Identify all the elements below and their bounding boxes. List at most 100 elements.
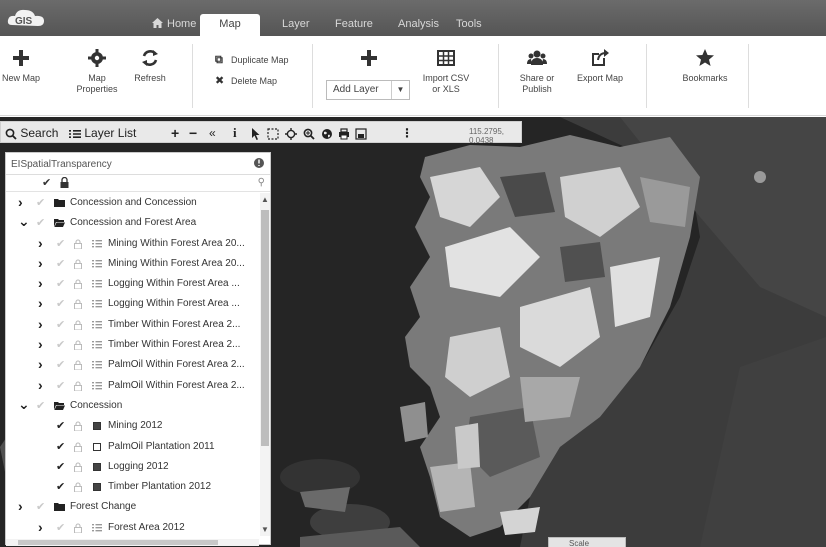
visibility-checkbox[interactable]: ✔ — [56, 338, 65, 351]
search-button[interactable]: Search — [5, 124, 58, 142]
refresh-button[interactable]: Refresh — [130, 48, 170, 84]
tab-analysis[interactable]: Analysis — [386, 14, 451, 36]
chevron-right-icon[interactable]: › — [38, 336, 48, 352]
lock-icon[interactable] — [74, 421, 82, 432]
horizontal-scrollbar[interactable] — [6, 539, 259, 546]
zoom-out-icon[interactable]: − — [189, 124, 197, 142]
layer-row[interactable]: › ✔ Logging Within Forest Area ... — [6, 294, 259, 314]
layer-row[interactable]: › ✔ Mining Within Forest Area 20... — [6, 254, 259, 274]
visibility-checkbox[interactable]: ✔ — [36, 216, 45, 229]
add-layer-icon-button[interactable] — [352, 48, 386, 73]
layer-row[interactable]: › ✔ Forest Area 2012 — [6, 518, 259, 538]
chevron-right-icon[interactable]: › — [38, 255, 48, 271]
chevron-right-icon[interactable]: › — [38, 295, 48, 311]
layer-row[interactable]: ⌄ ✔ Concession — [6, 396, 259, 416]
chevron-down-icon[interactable]: ⌄ — [18, 396, 30, 413]
lock-icon[interactable] — [74, 299, 82, 310]
lock-icon[interactable] — [74, 340, 82, 351]
layer-row[interactable]: ⌄ ✔ Concession and Forest Area — [6, 213, 259, 233]
duplicate-map-button[interactable]: ⧉ Duplicate Map — [215, 54, 289, 67]
pointer-icon[interactable] — [251, 124, 261, 142]
save-icon[interactable] — [355, 124, 367, 142]
globe-icon[interactable] — [321, 124, 333, 142]
visibility-checkbox[interactable]: ✔ — [36, 399, 45, 412]
visibility-checkbox[interactable]: ✔ — [56, 257, 65, 270]
scroll-up-icon[interactable]: ▲ — [260, 195, 270, 204]
scroll-down-icon[interactable]: ▼ — [260, 525, 270, 534]
lock-icon[interactable] — [74, 523, 82, 533]
lock-icon[interactable] — [74, 259, 82, 269]
visibility-checkbox[interactable]: ✔ — [56, 419, 65, 432]
visibility-checkbox[interactable]: ✔ — [56, 318, 65, 331]
layer-row[interactable]: › ✔ Timber Within Forest Area 2... — [6, 315, 259, 335]
pan-icon[interactable] — [285, 124, 297, 142]
layer-row[interactable]: › ✔ Timber Within Forest Area 2... — [6, 335, 259, 355]
gis-logo-icon[interactable]: GIS — [6, 6, 48, 30]
layer-row[interactable]: ✔ PalmOil Plantation 2011 — [6, 437, 259, 457]
layer-row[interactable]: › ✔ PalmOil Within Forest Area 2... — [6, 376, 259, 396]
visibility-checkbox[interactable]: ✔ — [56, 480, 65, 493]
lock-icon[interactable] — [74, 239, 82, 249]
new-map-button[interactable]: New Map — [2, 48, 40, 84]
chevron-right-icon[interactable]: › — [38, 356, 48, 372]
chevron-right-icon[interactable]: › — [18, 194, 28, 210]
import-csv-button[interactable]: Import CSV or XLS — [418, 48, 474, 95]
layer-list-button[interactable]: Layer List — [69, 124, 136, 142]
chevron-right-icon[interactable]: › — [38, 275, 48, 291]
layer-row[interactable]: › ✔ Mining Within Forest Area 20... — [6, 234, 259, 254]
lock-icon[interactable] — [74, 381, 82, 391]
lock-icon[interactable] — [74, 482, 82, 493]
tab-feature[interactable]: Feature — [323, 14, 385, 36]
select-box-icon[interactable] — [267, 124, 279, 142]
visibility-checkbox[interactable]: ✔ — [56, 379, 65, 392]
layer-row[interactable]: ✔ Logging 2012 — [6, 457, 259, 477]
chevron-right-icon[interactable]: › — [38, 519, 48, 535]
lock-icon[interactable] — [74, 462, 82, 472]
scale-widget[interactable]: Scale — [548, 537, 626, 547]
visibility-checkbox[interactable]: ✔ — [56, 277, 65, 290]
layer-row[interactable]: › ✔ Logging Within Forest Area ... — [6, 274, 259, 294]
export-map-button[interactable]: Export Map — [574, 48, 626, 84]
lock-icon[interactable] — [74, 360, 82, 371]
layer-row[interactable]: › ✔ PalmOil Within Forest Area 2... — [6, 355, 259, 375]
bookmarks-button[interactable]: Bookmarks — [680, 48, 730, 84]
visibility-checkbox[interactable]: ✔ — [56, 358, 65, 371]
visibility-checkbox[interactable]: ✔ — [56, 521, 65, 534]
visibility-checkbox[interactable]: ✔ — [56, 237, 65, 250]
horizontal-scroll-thumb[interactable] — [18, 540, 218, 545]
layer-row[interactable]: ✔ Mining 2012 — [6, 416, 259, 436]
visibility-checkbox[interactable]: ✔ — [36, 500, 45, 513]
tab-home[interactable]: Home — [140, 14, 208, 36]
print-icon[interactable] — [338, 124, 350, 142]
visibility-checkbox[interactable]: ✔ — [36, 196, 45, 209]
collapse-icon[interactable]: « — [209, 124, 216, 142]
lock-icon[interactable] — [60, 177, 69, 188]
layer-row[interactable]: ✔ Timber Plantation 2012 — [6, 477, 259, 497]
check-all-icon[interactable]: ✔ — [42, 176, 51, 189]
share-publish-button[interactable]: Share or Publish — [515, 48, 559, 95]
more-options-icon[interactable]: ⋮ — [401, 124, 413, 142]
layer-row[interactable]: › ✔ Concession and Concession — [6, 193, 259, 213]
lock-icon[interactable] — [74, 320, 82, 330]
chevron-right-icon[interactable]: › — [38, 377, 48, 393]
scroll-thumb[interactable] — [261, 210, 269, 446]
info-icon[interactable]: i — [233, 124, 237, 142]
lock-icon[interactable] — [74, 279, 82, 290]
panel-settings-icon[interactable] — [253, 157, 265, 169]
tab-layer[interactable]: Layer — [270, 14, 322, 36]
chevron-down-icon[interactable]: ⌄ — [18, 213, 30, 230]
tab-map[interactable]: Map — [200, 14, 260, 36]
delete-map-button[interactable]: ✖ Delete Map — [215, 74, 277, 87]
layer-row[interactable]: › ✔ Forest Change — [6, 497, 259, 517]
zoom-extent-icon[interactable] — [303, 124, 315, 142]
vertical-scrollbar[interactable]: ▲ ▼ — [260, 193, 270, 536]
visibility-checkbox[interactable]: ✔ — [56, 460, 65, 473]
map-properties-button[interactable]: Map Properties — [74, 48, 120, 95]
visibility-checkbox[interactable]: ✔ — [56, 297, 65, 310]
visibility-checkbox[interactable]: ✔ — [56, 440, 65, 453]
tab-tools[interactable]: Tools — [444, 14, 494, 36]
chevron-right-icon[interactable]: › — [38, 316, 48, 332]
zoom-in-icon[interactable]: + — [171, 124, 179, 142]
chevron-right-icon[interactable]: › — [18, 498, 28, 514]
add-layer-dropdown[interactable]: Add Layer ▼ — [326, 80, 410, 100]
